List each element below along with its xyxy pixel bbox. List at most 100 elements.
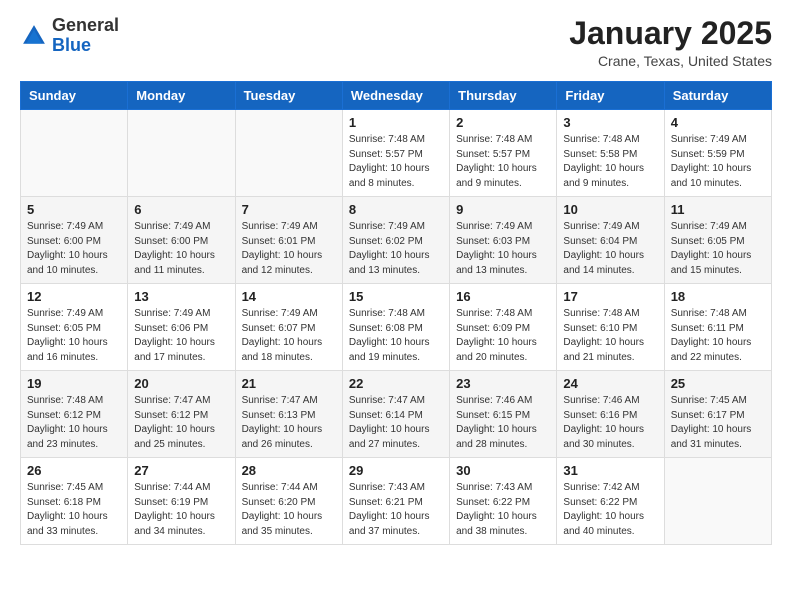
day-number: 6 (134, 202, 228, 217)
day-info: Sunrise: 7:48 AM Sunset: 5:57 PM Dayligh… (349, 133, 443, 191)
day-info: Sunrise: 7:49 AM Sunset: 6:03 PM Dayligh… (456, 220, 550, 278)
day-number: 25 (671, 376, 765, 391)
day-info: Sunrise: 7:49 AM Sunset: 5:59 PM Dayligh… (671, 133, 765, 191)
day-info: Sunrise: 7:49 AM Sunset: 6:07 PM Dayligh… (242, 307, 336, 365)
day-number: 3 (563, 115, 657, 130)
day-info: Sunrise: 7:42 AM Sunset: 6:22 PM Dayligh… (563, 481, 657, 539)
weekday-header-saturday: Saturday (664, 82, 771, 110)
day-cell: 29 Sunrise: 7:43 AM Sunset: 6:21 PM Dayli… (342, 458, 449, 545)
day-cell: 13Sunrise: 7:49 AM Sunset: 6:06 PM Dayli… (128, 284, 235, 371)
day-info: Sunrise: 7:44 AM Sunset: 6:20 PM Dayligh… (242, 481, 336, 539)
day-info: Sunrise: 7:48 AM Sunset: 6:10 PM Dayligh… (563, 307, 657, 365)
weekday-header-sunday: Sunday (21, 82, 128, 110)
day-cell: 20 Sunrise: 7:47 AM Sunset: 6:12 PM Dayli… (128, 371, 235, 458)
day-cell: 5 Sunrise: 7:49 AM Sunset: 6:00 PM Daylig… (21, 197, 128, 284)
day-info: Sunrise: 7:49 AM Sunset: 6:00 PM Dayligh… (27, 220, 121, 278)
weekday-header-wednesday: Wednesday (342, 82, 449, 110)
day-cell: 25 Sunrise: 7:45 AM Sunset: 6:17 PM Dayli… (664, 371, 771, 458)
weekday-header-friday: Friday (557, 82, 664, 110)
day-cell: 24 Sunrise: 7:46 AM Sunset: 6:16 PM Dayli… (557, 371, 664, 458)
day-info: Sunrise: 7:47 AM Sunset: 6:13 PM Dayligh… (242, 394, 336, 452)
week-row-1: 5 Sunrise: 7:49 AM Sunset: 6:00 PM Daylig… (21, 197, 772, 284)
day-info: Sunrise: 7:43 AM Sunset: 6:22 PM Dayligh… (456, 481, 550, 539)
day-cell: 7 Sunrise: 7:49 AM Sunset: 6:01 PM Daylig… (235, 197, 342, 284)
day-cell (235, 110, 342, 197)
day-number: 7 (242, 202, 336, 217)
day-number: 13 (134, 289, 228, 304)
week-row-2: 12Sunrise: 7:49 AM Sunset: 6:05 PM Dayli… (21, 284, 772, 371)
day-info: Sunrise: 7:48 AM Sunset: 6:09 PM Dayligh… (456, 307, 550, 365)
day-number: 30 (456, 463, 550, 478)
weekday-header-tuesday: Tuesday (235, 82, 342, 110)
day-info: Sunrise: 7:49 AM Sunset: 6:05 PM Dayligh… (671, 220, 765, 278)
day-info: Sunrise: 7:48 AM Sunset: 5:58 PM Dayligh… (563, 133, 657, 191)
day-cell: 19 Sunrise: 7:48 AM Sunset: 6:12 PM Dayli… (21, 371, 128, 458)
day-info: Sunrise: 7:48 AM Sunset: 5:57 PM Dayligh… (456, 133, 550, 191)
logo-general: General (52, 15, 119, 35)
logo-blue: Blue (52, 35, 91, 55)
day-info: Sunrise: 7:49 AM Sunset: 6:01 PM Dayligh… (242, 220, 336, 278)
day-cell: 28Sunrise: 7:44 AM Sunset: 6:20 PM Dayli… (235, 458, 342, 545)
day-number: 1 (349, 115, 443, 130)
day-number: 20 (134, 376, 228, 391)
day-number: 21 (242, 376, 336, 391)
day-cell: 12Sunrise: 7:49 AM Sunset: 6:05 PM Dayli… (21, 284, 128, 371)
day-info: Sunrise: 7:49 AM Sunset: 6:00 PM Dayligh… (134, 220, 228, 278)
day-number: 29 (349, 463, 443, 478)
day-cell: 3 Sunrise: 7:48 AM Sunset: 5:58 PM Daylig… (557, 110, 664, 197)
day-cell: 18Sunrise: 7:48 AM Sunset: 6:11 PM Dayli… (664, 284, 771, 371)
week-row-4: 26 Sunrise: 7:45 AM Sunset: 6:18 PM Dayli… (21, 458, 772, 545)
day-info: Sunrise: 7:44 AM Sunset: 6:19 PM Dayligh… (134, 481, 228, 539)
day-info: Sunrise: 7:47 AM Sunset: 6:14 PM Dayligh… (349, 394, 443, 452)
day-cell (128, 110, 235, 197)
day-cell: 6 Sunrise: 7:49 AM Sunset: 6:00 PM Daylig… (128, 197, 235, 284)
day-number: 12 (27, 289, 121, 304)
day-number: 4 (671, 115, 765, 130)
day-number: 24 (563, 376, 657, 391)
day-cell: 15 Sunrise: 7:48 AM Sunset: 6:08 PM Dayli… (342, 284, 449, 371)
day-number: 8 (349, 202, 443, 217)
day-info: Sunrise: 7:46 AM Sunset: 6:16 PM Dayligh… (563, 394, 657, 452)
day-cell: 9 Sunrise: 7:49 AM Sunset: 6:03 PM Daylig… (450, 197, 557, 284)
weekday-header-monday: Monday (128, 82, 235, 110)
day-number: 5 (27, 202, 121, 217)
day-info: Sunrise: 7:46 AM Sunset: 6:15 PM Dayligh… (456, 394, 550, 452)
day-number: 27 (134, 463, 228, 478)
day-number: 9 (456, 202, 550, 217)
day-info: Sunrise: 7:49 AM Sunset: 6:02 PM Dayligh… (349, 220, 443, 278)
day-number: 11 (671, 202, 765, 217)
week-row-0: 1 Sunrise: 7:48 AM Sunset: 5:57 PM Daylig… (21, 110, 772, 197)
day-number: 10 (563, 202, 657, 217)
logo: General Blue (20, 16, 119, 56)
week-row-3: 19 Sunrise: 7:48 AM Sunset: 6:12 PM Dayli… (21, 371, 772, 458)
day-number: 2 (456, 115, 550, 130)
day-info: Sunrise: 7:45 AM Sunset: 6:17 PM Dayligh… (671, 394, 765, 452)
day-number: 17 (563, 289, 657, 304)
day-info: Sunrise: 7:43 AM Sunset: 6:21 PM Dayligh… (349, 481, 443, 539)
day-cell: 23 Sunrise: 7:46 AM Sunset: 6:15 PM Dayli… (450, 371, 557, 458)
day-info: Sunrise: 7:45 AM Sunset: 6:18 PM Dayligh… (27, 481, 121, 539)
day-number: 23 (456, 376, 550, 391)
day-cell: 11 Sunrise: 7:49 AM Sunset: 6:05 PM Dayli… (664, 197, 771, 284)
day-info: Sunrise: 7:47 AM Sunset: 6:12 PM Dayligh… (134, 394, 228, 452)
day-info: Sunrise: 7:48 AM Sunset: 6:08 PM Dayligh… (349, 307, 443, 365)
location: Crane, Texas, United States (569, 53, 772, 69)
calendar: SundayMondayTuesdayWednesdayThursdayFrid… (20, 81, 772, 545)
day-number: 26 (27, 463, 121, 478)
day-cell: 1 Sunrise: 7:48 AM Sunset: 5:57 PM Daylig… (342, 110, 449, 197)
day-number: 19 (27, 376, 121, 391)
day-cell: 30 Sunrise: 7:43 AM Sunset: 6:22 PM Dayli… (450, 458, 557, 545)
day-number: 31 (563, 463, 657, 478)
day-cell: 10Sunrise: 7:49 AM Sunset: 6:04 PM Dayli… (557, 197, 664, 284)
day-cell (21, 110, 128, 197)
title-block: January 2025 Crane, Texas, United States (569, 16, 772, 69)
day-info: Sunrise: 7:48 AM Sunset: 6:11 PM Dayligh… (671, 307, 765, 365)
day-number: 15 (349, 289, 443, 304)
day-info: Sunrise: 7:48 AM Sunset: 6:12 PM Dayligh… (27, 394, 121, 452)
day-cell: 8 Sunrise: 7:49 AM Sunset: 6:02 PM Daylig… (342, 197, 449, 284)
month-year: January 2025 (569, 16, 772, 51)
day-cell: 17 Sunrise: 7:48 AM Sunset: 6:10 PM Dayli… (557, 284, 664, 371)
day-cell: 27 Sunrise: 7:44 AM Sunset: 6:19 PM Dayli… (128, 458, 235, 545)
day-cell: 14Sunrise: 7:49 AM Sunset: 6:07 PM Dayli… (235, 284, 342, 371)
day-cell: 21 Sunrise: 7:47 AM Sunset: 6:13 PM Dayli… (235, 371, 342, 458)
